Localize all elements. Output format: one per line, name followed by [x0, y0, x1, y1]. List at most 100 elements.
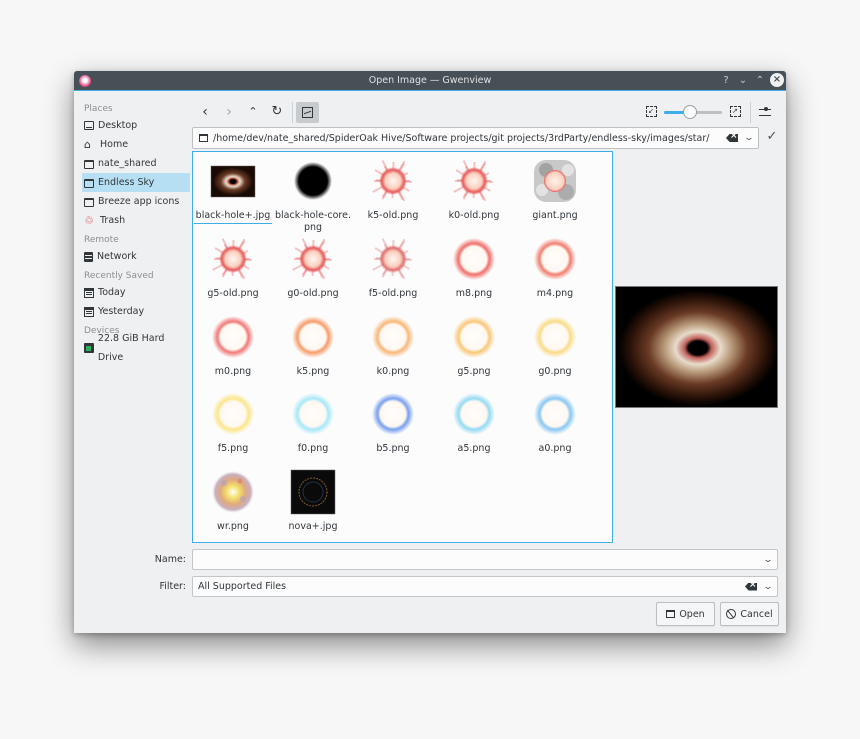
file-item[interactable]: f5.png	[193, 391, 273, 455]
file-name: m8.png	[434, 288, 514, 300]
forward-button[interactable]: ›	[219, 102, 239, 122]
chevron-down-icon[interactable]: ⌄	[742, 133, 756, 143]
filter-combo[interactable]: All Supported Files ⌄	[192, 576, 778, 597]
calendar-icon	[84, 306, 94, 317]
thumbnail-image	[453, 238, 495, 280]
file-item[interactable]: k5.png	[273, 314, 353, 378]
file-item[interactable]: black-hole-core. png	[273, 158, 353, 234]
thumbnail-image	[534, 393, 576, 435]
sidebar-item-label: Home	[100, 139, 129, 150]
file-name: a0.png	[515, 443, 595, 455]
toolbar-separator	[750, 102, 751, 123]
file-item[interactable]: b5.png	[353, 391, 433, 455]
file-name: wr.png	[193, 521, 273, 533]
thumbnail-image	[372, 160, 413, 202]
file-thumbnail	[370, 391, 416, 437]
up-button[interactable]: ⌃	[243, 102, 263, 122]
file-item[interactable]: f0.png	[273, 391, 353, 455]
help-icon[interactable]: ?	[719, 73, 733, 87]
sidebar-item-nate-shared[interactable]: nate_shared	[74, 154, 192, 173]
file-thumbnail	[210, 158, 256, 204]
sidebar-item-yesterday[interactable]: Yesterday	[74, 302, 192, 321]
file-thumbnail	[290, 314, 336, 360]
thumbnail-image	[292, 238, 333, 280]
name-input[interactable]: ⌄	[192, 549, 778, 570]
file-item[interactable]: giant.png	[515, 158, 595, 222]
zoom-out-icon[interactable]: ↙	[646, 106, 657, 117]
clear-location-icon[interactable]	[726, 134, 738, 142]
location-bar[interactable]: /home/dev/nate_shared/SpiderOak Hive/Sof…	[192, 127, 759, 149]
file-item[interactable]: g0.png	[515, 314, 595, 378]
file-item[interactable]: f5-old.png	[353, 236, 433, 300]
sidebar-item-breeze-app-icons[interactable]: Breeze app icons	[74, 192, 192, 211]
file-thumbnail	[451, 158, 497, 204]
sidebar-item-endless-sky[interactable]: Endless Sky	[82, 173, 190, 192]
chevron-down-icon[interactable]: ⌄	[761, 582, 775, 592]
thumbnail-image	[212, 238, 253, 280]
cancel-button[interactable]: Cancel	[720, 602, 779, 626]
file-item[interactable]: m0.png	[193, 314, 273, 378]
file-name: g0.png	[515, 366, 595, 378]
folder-open-icon	[666, 610, 676, 618]
clear-filter-icon[interactable]	[745, 582, 757, 591]
sidebar-section-header: Places	[84, 104, 113, 114]
file-item[interactable]: k5-old.png	[353, 158, 433, 222]
file-item[interactable]: m4.png	[515, 236, 595, 300]
sidebar-item-trash[interactable]: ♲ Trash	[74, 211, 192, 230]
sidebar-item-desktop[interactable]: Desktop	[74, 116, 192, 135]
thumbnail-image	[294, 162, 332, 200]
folder-icon	[84, 178, 94, 188]
zoom-slider[interactable]	[664, 105, 722, 119]
cancel-button-label: Cancel	[740, 608, 773, 620]
sidebar-item-label: Yesterday	[98, 306, 145, 317]
open-button[interactable]: Open	[656, 602, 715, 626]
file-item[interactable]: g5-old.png	[193, 236, 273, 300]
file-item[interactable]: k0-old.png	[434, 158, 514, 222]
image-preview	[615, 286, 778, 408]
file-view[interactable]: black-hole+.jpg black-hole-core. png k5-…	[192, 151, 613, 543]
cancel-icon	[726, 609, 737, 619]
slider-handle[interactable]	[683, 105, 698, 119]
sidebar-item-home[interactable]: ⌂ Home	[74, 135, 192, 154]
sidebar-item-network[interactable]: Network	[74, 247, 192, 266]
options-icon[interactable]	[758, 105, 772, 119]
title-bar[interactable]: Open Image — Gwenview ? ⌄ ⌃ ×	[74, 71, 786, 91]
file-item[interactable]: black-hole+.jpg	[193, 158, 273, 224]
preview-toggle-button[interactable]	[296, 102, 319, 123]
file-name-text: f0.png	[297, 443, 329, 454]
chevron-down-icon[interactable]: ⌄	[761, 555, 775, 565]
accept-location-icon[interactable]: ✓	[764, 129, 780, 145]
file-name: g5.png	[434, 366, 514, 378]
file-item[interactable]: g0-old.png	[273, 236, 353, 300]
file-item[interactable]: m8.png	[434, 236, 514, 300]
file-name-text: g0-old.png	[287, 288, 339, 299]
zoom-in-icon[interactable]: ↗	[730, 106, 741, 117]
thumbnail-image	[534, 238, 576, 280]
image-icon	[302, 107, 313, 118]
file-item[interactable]: wr.png	[193, 469, 273, 533]
file-name-text: nova+.jpg	[288, 521, 338, 532]
file-thumbnail	[290, 236, 336, 282]
file-name: f5.png	[193, 443, 273, 455]
filter-label: Filter:	[159, 581, 186, 592]
file-item[interactable]: g5.png	[434, 314, 514, 378]
file-thumbnail	[210, 391, 256, 437]
back-button[interactable]: ‹	[195, 102, 215, 122]
file-name: g5-old.png	[193, 288, 273, 300]
sidebar-item-today[interactable]: Today	[74, 283, 192, 302]
reload-button[interactable]: ↻	[267, 102, 287, 122]
sidebar-item-22-8-gib-hard-drive[interactable]: 22.8 GiB Hard Drive	[74, 333, 192, 363]
thumbnail-image	[210, 165, 256, 198]
file-item[interactable]: nova+.jpg	[273, 469, 353, 533]
file-name: f5-old.png	[353, 288, 433, 300]
sidebar-item-label: nate_shared	[98, 158, 157, 169]
close-icon[interactable]: ×	[770, 73, 784, 87]
maximize-icon[interactable]: ⌃	[753, 73, 767, 87]
minimize-icon[interactable]: ⌄	[736, 73, 750, 87]
file-item[interactable]: k0.png	[353, 314, 433, 378]
location-path[interactable]: /home/dev/nate_shared/SpiderOak Hive/Sof…	[213, 133, 726, 144]
file-item[interactable]: a0.png	[515, 391, 595, 455]
sidebar-item-label: Network	[97, 251, 137, 262]
filter-value[interactable]: All Supported Files	[193, 581, 745, 592]
file-item[interactable]: a5.png	[434, 391, 514, 455]
